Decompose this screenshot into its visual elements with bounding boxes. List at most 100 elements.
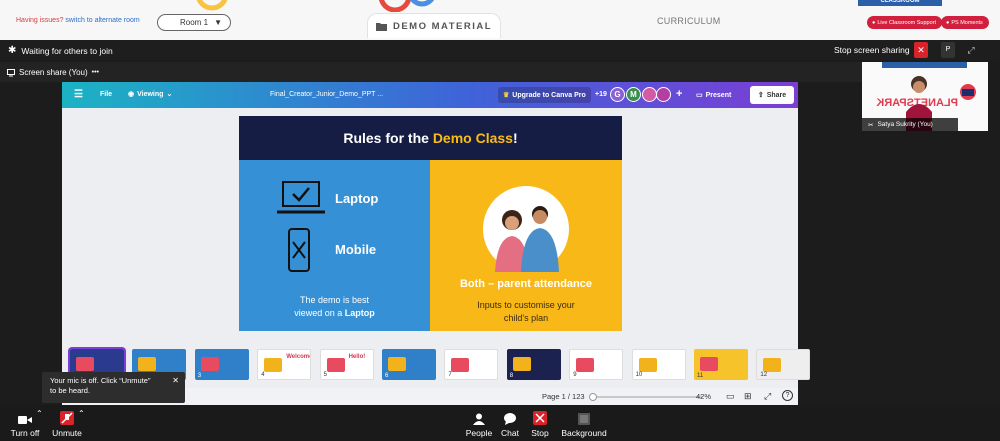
slide-thumbnail[interactable]: 12 <box>756 349 811 380</box>
thumbnail-accent <box>264 358 283 372</box>
avatar[interactable] <box>656 87 671 102</box>
stop-share-icon <box>533 411 547 425</box>
folder-icon <box>375 22 387 31</box>
thumbnail-number: 4 <box>261 372 265 378</box>
thumbnail-accent <box>763 358 782 372</box>
mic-muted-icon <box>60 411 74 425</box>
camera-options-chevron-icon[interactable]: ⌃ <box>36 409 43 418</box>
collaborator-count[interactable]: +19 <box>595 91 607 98</box>
current-slide[interactable]: Rules for the Demo Class! Laptop Mobile … <box>239 116 622 331</box>
laptop-note-line2a: viewed on a <box>294 308 345 318</box>
document-title[interactable]: Final_Creator_Junior_Demo_PPT ... <box>270 91 383 98</box>
thumbnail-accent <box>451 358 470 372</box>
thumbnail-number: 10 <box>635 372 643 378</box>
unmute-label: Unmute <box>52 428 82 438</box>
avatar[interactable]: G <box>610 87 625 102</box>
slide-title-b: Demo Class <box>432 130 513 146</box>
chat-button[interactable]: Chat <box>498 405 522 441</box>
fullscreen-icon[interactable]: ⤢ <box>764 391 771 402</box>
notes-icon[interactable]: ▭ <box>726 391 735 402</box>
upgrade-canva-button[interactable]: ♛ Upgrade to Canva Pro <box>498 87 591 103</box>
slide-thumbnail[interactable]: 7 <box>444 349 499 380</box>
slide-title-a: Rules for the <box>343 130 433 146</box>
thumbnail-accent <box>138 357 157 371</box>
alternate-room-link[interactable]: switch to alternate room <box>65 17 139 24</box>
stop-share-button[interactable]: Stop <box>528 405 552 441</box>
page-slider-knob[interactable] <box>589 393 598 401</box>
chat-label: Chat <box>501 428 519 438</box>
thumbnail-number: 5 <box>323 372 327 378</box>
inputs-note-line1: Inputs to customise your <box>477 300 575 310</box>
stop-sharing-label[interactable]: Stop screen sharing <box>834 45 910 55</box>
thumbnail-accent <box>388 357 406 371</box>
screen-share-label: Screen share (You) ••• <box>7 68 99 77</box>
people-label: People <box>465 428 493 438</box>
slide-thumbnail[interactable]: 3 <box>194 349 249 380</box>
slide-thumbnail[interactable]: 10 <box>631 349 686 380</box>
slide-thumbnail[interactable]: 11 <box>694 349 748 380</box>
more-options-icon[interactable]: ••• <box>92 69 99 76</box>
background-icon <box>578 413 590 425</box>
people-button[interactable]: People <box>464 405 494 441</box>
slide-title-c: ! <box>512 130 518 146</box>
slide-thumbnail[interactable]: 8 <box>506 349 561 380</box>
support-icon: ● <box>872 19 876 26</box>
viewing-dropdown[interactable]: ◉ Viewing ⌄ <box>128 90 173 99</box>
mic-options-chevron-icon[interactable]: ⌃ <box>78 409 85 418</box>
laptop-note: The demo is best viewed on a Laptop <box>239 294 430 320</box>
thumbnail-accent <box>76 357 94 371</box>
stop-label: Stop <box>531 428 549 438</box>
curriculum-tab[interactable]: CURRICULUM <box>657 16 721 26</box>
avatar[interactable] <box>642 87 657 102</box>
present-icon: ▭ <box>696 92 703 99</box>
viewing-label: Viewing <box>137 90 164 98</box>
caret-down-icon: ▼ <box>214 18 222 27</box>
self-video-tile[interactable]: PLANETSPARK ✂ Satya Sukrity (You) <box>862 62 988 131</box>
slide-thumbnail[interactable]: 5 Hello! <box>319 349 374 380</box>
stop-sharing-button[interactable]: ✕ <box>914 42 928 58</box>
gear-icon[interactable]: ✱ <box>8 45 16 56</box>
share-button[interactable]: ⇪ Share <box>750 86 794 104</box>
file-menu[interactable]: File <box>100 91 112 98</box>
thumbnail-number: 11 <box>697 373 704 379</box>
classroom-tab[interactable]: CLASSROOM <box>858 0 942 6</box>
ps-moments-button[interactable]: ● PS Moments <box>941 16 989 29</box>
laptop-note-line2b: Laptop <box>344 308 375 318</box>
people-icon <box>473 413 485 425</box>
present-button[interactable]: ▭ Present <box>696 87 744 103</box>
issues-question: Having issues? <box>16 17 64 24</box>
thumbnail-number: 8 <box>509 373 514 379</box>
zoom-level[interactable]: 42% <box>696 392 711 401</box>
thumbnail-accent <box>326 358 345 372</box>
meeting-status-bar: ✱ Waiting for others to join Stop screen… <box>0 40 1000 60</box>
mic-off-toast: Your mic is off. Click “Unmute” to be he… <box>42 372 185 403</box>
expand-icon[interactable]: ⤢ <box>964 42 978 58</box>
thumbnail-number: 6 <box>385 373 389 379</box>
participant-name-tag: ✂ Satya Sukrity (You) <box>862 118 958 131</box>
background-button[interactable]: Background <box>560 405 608 441</box>
chevron-down-icon: ⌄ <box>166 91 173 98</box>
slide-thumbnail[interactable]: 4 Welcome! <box>257 349 312 380</box>
help-icon[interactable]: ? <box>782 390 793 401</box>
thumbnail-title: Hello! <box>348 354 366 360</box>
header-decoration <box>196 0 435 12</box>
close-icon: ✕ <box>917 45 925 55</box>
live-support-button[interactable]: ● Live Classroom Support <box>867 16 942 29</box>
avatar[interactable]: M <box>626 87 641 102</box>
laptop-note-line2: viewed on a Laptop <box>239 307 430 320</box>
close-icon[interactable]: ✕ <box>172 376 179 386</box>
slide-thumbnail[interactable]: 9 <box>569 349 624 380</box>
demo-material-tab[interactable]: DEMO MATERIAL <box>367 13 501 38</box>
hamburger-menu-icon[interactable]: ☰ <box>74 89 83 100</box>
add-collaborator-icon[interactable]: + <box>676 88 682 100</box>
page-slider[interactable] <box>589 393 702 401</box>
mic-muted-icon: ✂ <box>868 121 874 129</box>
slide-thumbnail[interactable]: 6 <box>382 349 436 380</box>
inputs-note: Inputs to customise your child's plan <box>430 299 622 325</box>
grid-view-icon[interactable]: ⊞ <box>744 391 752 402</box>
laptop-icon <box>277 181 325 214</box>
screen-share-bar: Screen share (You) ••• <box>0 62 862 82</box>
room-select[interactable]: Room 1 ▼ <box>157 14 231 31</box>
participant-p-button[interactable]: P <box>941 42 955 58</box>
share-label: Share <box>766 91 787 99</box>
